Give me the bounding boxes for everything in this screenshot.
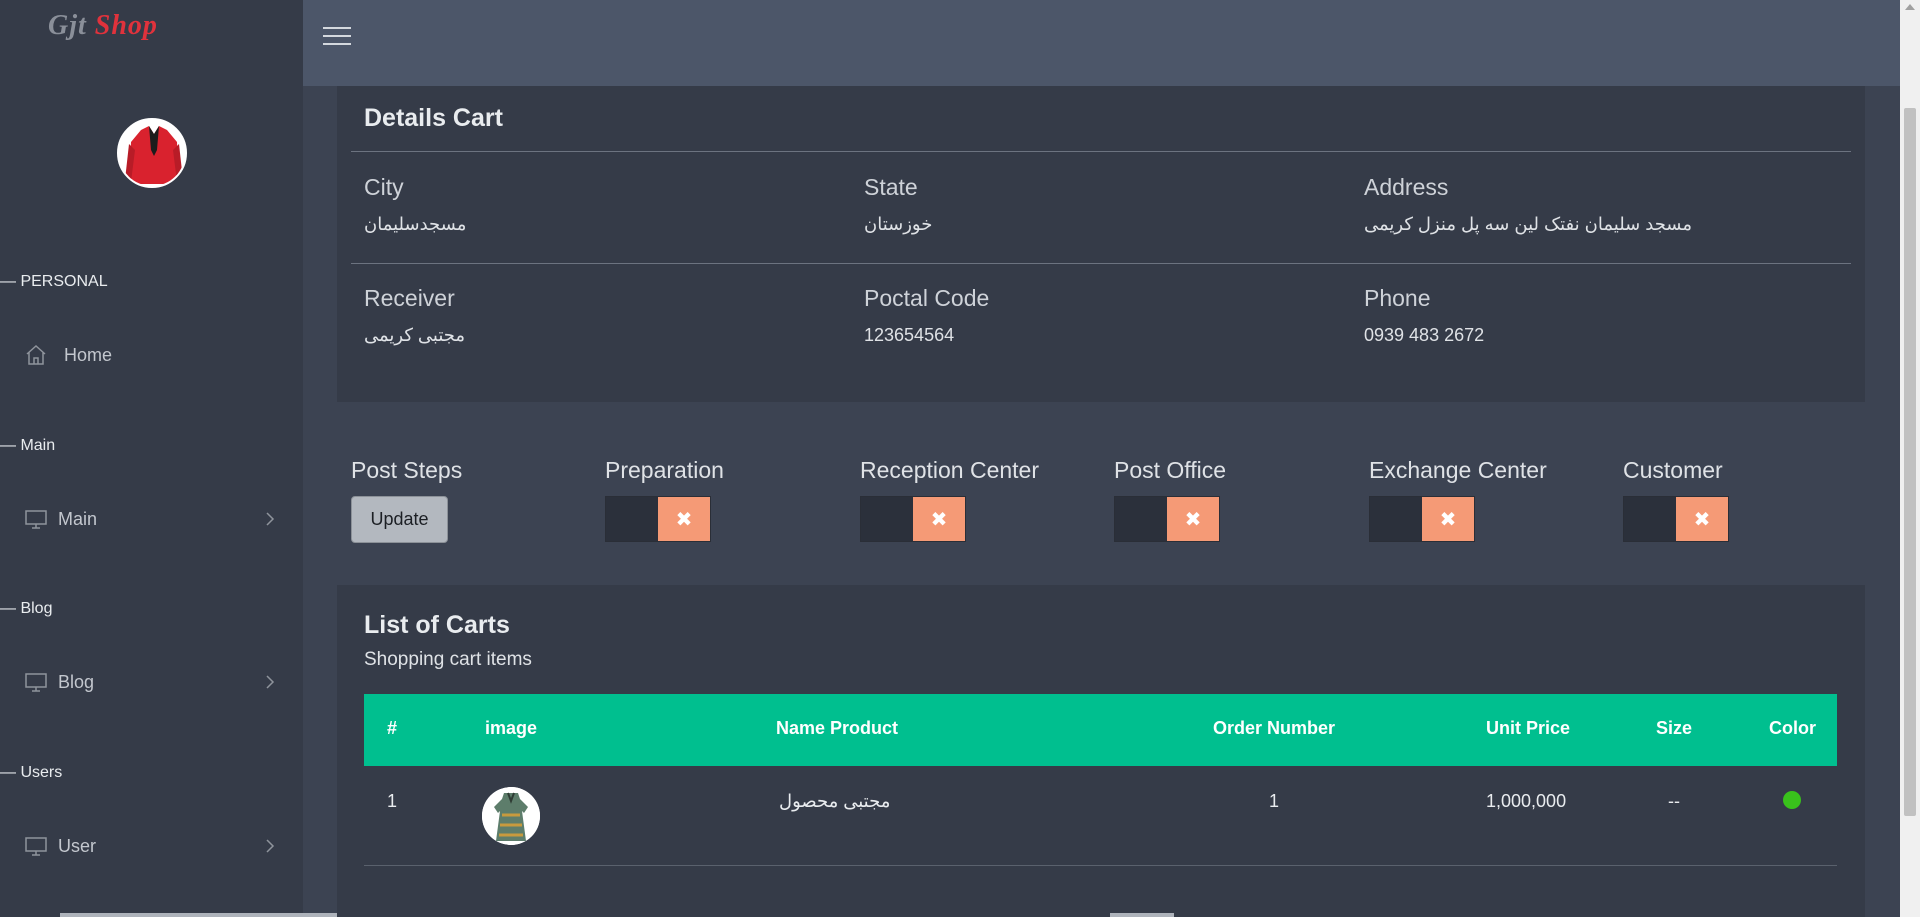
column-header: Size — [1656, 718, 1693, 738]
hamburger-menu-icon[interactable] — [323, 22, 351, 46]
sidebar-item-main[interactable]: Main — [0, 499, 303, 539]
topbar — [303, 0, 1900, 86]
sidebar-item-blog[interactable]: Blog — [0, 662, 303, 702]
update-button[interactable]: Update — [351, 496, 448, 543]
bottom-scroll-strip — [1110, 913, 1174, 917]
toggle-preparation[interactable]: ✖ — [605, 496, 711, 542]
details-card — [337, 86, 1865, 402]
address-label: Address — [1364, 174, 1449, 200]
cart-list-title: List of Carts — [364, 611, 510, 639]
divider — [351, 263, 1851, 264]
step-label-reception-center: Reception Center — [860, 457, 1039, 483]
column-header: Name Product — [776, 718, 899, 738]
jacket-avatar-image — [119, 120, 185, 186]
toggle-exchange-center[interactable]: ✖ — [1369, 496, 1475, 542]
sidebar-item-label: User — [58, 836, 97, 856]
phone-label: Phone — [1364, 285, 1431, 311]
step-label-preparation: Preparation — [605, 457, 724, 483]
column-header: # — [387, 718, 398, 738]
step-label-customer: Customer — [1623, 457, 1723, 483]
toggle-track — [606, 497, 658, 541]
avatar[interactable] — [117, 118, 187, 188]
monitor-icon — [24, 834, 48, 863]
dress-thumbnail — [482, 787, 540, 845]
toggle-post-office[interactable]: ✖ — [1114, 496, 1220, 542]
sidebar-item-user[interactable]: User — [0, 826, 303, 866]
toggle-reception-center[interactable]: ✖ — [860, 496, 966, 542]
color-swatch — [1783, 791, 1801, 809]
sidebar-item-label: Blog — [58, 672, 95, 692]
post-steps-label: Post Steps — [351, 457, 463, 483]
phone-value: 0939 483 2672 — [1364, 325, 1485, 345]
sidebar-section-blog: — Blog — [0, 600, 53, 617]
step-label-exchange-center: Exchange Center — [1369, 457, 1547, 483]
city-value: مسجدسلیمان — [364, 214, 467, 234]
state-label: State — [864, 174, 918, 200]
monitor-icon — [24, 507, 48, 536]
sidebar-section-personal: — PERSONAL — [0, 273, 108, 290]
details-title: Details Cart — [364, 104, 503, 132]
sidebar-section-users: — Users — [0, 764, 63, 781]
cart-list-subtitle: Shopping cart items — [364, 649, 532, 670]
sidebar-item-label: Home — [64, 345, 113, 365]
row-index: 1 — [387, 791, 398, 811]
brand-word-2: Shop — [94, 10, 158, 41]
receiver-label: Receiver — [364, 285, 455, 311]
column-header: Color — [1769, 718, 1816, 738]
toggle-track — [861, 497, 913, 541]
postal-code-value: 123654564 — [864, 325, 955, 345]
monitor-icon — [24, 670, 48, 699]
close-icon: ✖ — [1422, 497, 1474, 541]
postal-code-label: Poctal Code — [864, 285, 990, 311]
unit-price: 1,000,000 — [1486, 791, 1567, 811]
chevron-right-icon — [264, 674, 276, 695]
brand-logo[interactable]: Gjt Shop — [48, 10, 158, 42]
toggle-customer[interactable]: ✖ — [1623, 496, 1729, 542]
divider — [351, 151, 1851, 152]
vertical-scrollbar[interactable] — [1900, 0, 1920, 917]
column-header: image — [485, 718, 538, 738]
city-label: City — [364, 174, 404, 200]
home-icon — [24, 343, 48, 372]
size-value: -- — [1668, 791, 1680, 811]
scroll-up-arrow-icon[interactable] — [1905, 4, 1915, 10]
toggle-track — [1370, 497, 1422, 541]
sidebar-item-label: Main — [58, 509, 98, 529]
sidebar: Gjt Shop — PERSONAL Home — Main Main — B… — [0, 0, 490, 917]
state-value: خوزستان — [864, 214, 933, 234]
sidebar-section-main: — Main — [0, 437, 56, 454]
close-icon: ✖ — [913, 497, 965, 541]
order-number: 1 — [1269, 791, 1280, 811]
receiver-value: مجتبی کریمی — [364, 325, 466, 345]
toggle-track — [1115, 497, 1167, 541]
row-divider — [364, 865, 1837, 866]
chevron-right-icon — [264, 838, 276, 859]
close-icon: ✖ — [658, 497, 710, 541]
scrollbar-thumb[interactable] — [1904, 108, 1916, 816]
product-image[interactable] — [482, 787, 540, 845]
close-icon: ✖ — [1167, 497, 1219, 541]
sidebar-item-home[interactable]: Home — [0, 335, 303, 375]
close-icon: ✖ — [1676, 497, 1728, 541]
address-value: مسجد سلیمان نفتک لین سه پل منزل کریمی — [1364, 214, 1693, 234]
column-header: Unit Price — [1486, 718, 1571, 738]
product-name: مجتبی محصول — [779, 791, 891, 811]
table-header: # image Name Product Order Number Unit P… — [364, 694, 1837, 766]
step-label-post-office: Post Office — [1114, 457, 1227, 483]
toggle-track — [1624, 497, 1676, 541]
column-header: Order Number — [1213, 718, 1336, 738]
brand-word-1: Gjt — [48, 10, 87, 41]
chevron-right-icon — [264, 511, 276, 532]
